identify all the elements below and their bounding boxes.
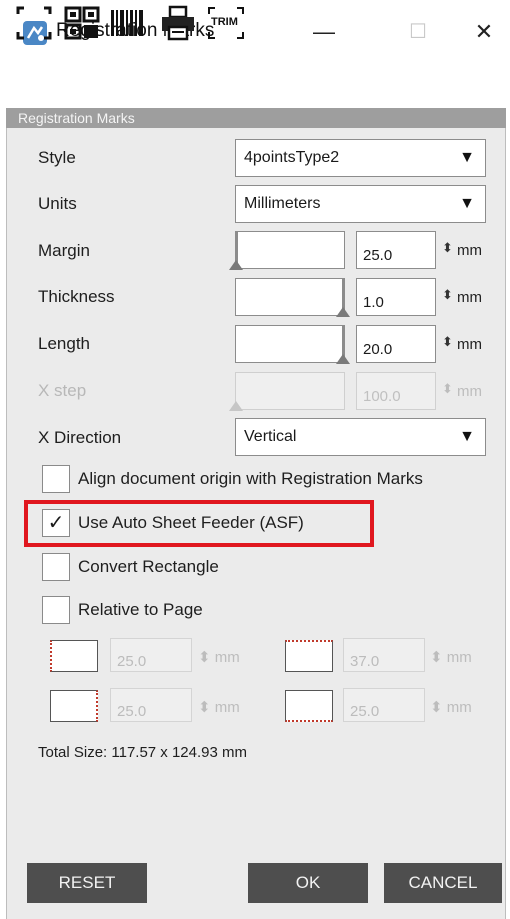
- left-offset-icon: [50, 640, 98, 672]
- asf-label: Use Auto Sheet Feeder (ASF): [78, 513, 304, 532]
- reset-button[interactable]: RESET: [27, 863, 147, 903]
- convert-rectangle-label: Convert Rectangle: [78, 557, 219, 576]
- top-offset-input: 37.0: [343, 638, 425, 672]
- thickness-unit: mm: [457, 289, 482, 306]
- length-unit: mm: [457, 336, 482, 353]
- dropdown-arrow-icon: ▼: [459, 149, 475, 166]
- bottom-offset-unit: ⬍ mm: [430, 699, 472, 716]
- barcode-icon: [111, 10, 143, 36]
- left-offset-input: 25.0: [110, 638, 192, 672]
- units-label: Units: [38, 194, 77, 213]
- dropdown-arrow-icon: ▼: [459, 195, 475, 212]
- length-spin-icon[interactable]: ⬍: [442, 334, 453, 350]
- margin-input[interactable]: 25.0: [356, 231, 436, 269]
- align-origin-checkbox[interactable]: [42, 465, 70, 493]
- length-slider[interactable]: [235, 325, 350, 364]
- units-select[interactable]: Millimeters ▼: [235, 185, 486, 223]
- cancel-button[interactable]: CANCEL: [384, 863, 502, 903]
- trim-tool[interactable]: TRIM: [205, 4, 245, 42]
- margin-unit: mm: [457, 242, 482, 259]
- margin-label: Margin: [38, 241, 90, 260]
- relative-to-page-label: Relative to Page: [78, 600, 203, 619]
- xdirection-value: Vertical: [244, 428, 297, 445]
- margin-spin-icon[interactable]: ⬍: [442, 240, 453, 256]
- right-offset-input: 25.0: [110, 688, 192, 722]
- total-size: Total Size: 117.57 x 124.93 mm: [38, 744, 248, 761]
- asf-checkbox[interactable]: ✓: [42, 509, 70, 537]
- xstep-input: 100.0: [356, 372, 436, 410]
- top-offset-icon: [285, 640, 333, 672]
- dialog-window: [6, 0, 506, 919]
- align-origin-label: Align document origin with Registration …: [78, 469, 423, 488]
- length-input[interactable]: 20.0: [356, 325, 436, 363]
- section-header: Registration Marks: [6, 108, 506, 128]
- left-offset-unit: ⬍ mm: [198, 649, 240, 666]
- barcode-tool[interactable]: [108, 4, 148, 42]
- xstep-label: X step: [38, 381, 87, 400]
- right-offset-unit: ⬍ mm: [198, 699, 240, 716]
- registration-marks-tool[interactable]: [14, 4, 54, 42]
- xstep-unit: mm: [457, 383, 482, 400]
- xstep-slider: [229, 372, 345, 411]
- length-label: Length: [38, 334, 90, 353]
- xdirection-label: X Direction: [38, 428, 122, 447]
- minimize-button[interactable]: —: [304, 14, 344, 50]
- units-value: Millimeters: [244, 195, 321, 212]
- slider-thumb[interactable]: [336, 354, 350, 364]
- toolbar: [6, 62, 506, 108]
- relative-to-page-checkbox[interactable]: [42, 596, 70, 624]
- qr-code-tool[interactable]: [62, 4, 102, 42]
- bottom-offset-input: 25.0: [343, 688, 425, 722]
- top-offset-unit: ⬍ mm: [430, 649, 472, 666]
- xdirection-select[interactable]: Vertical ▼: [235, 418, 486, 456]
- maximize-button[interactable]: ☐: [398, 14, 438, 50]
- printer-tool[interactable]: [158, 4, 198, 42]
- thickness-label: Thickness: [38, 287, 115, 306]
- slider-thumb: [229, 401, 243, 411]
- printer-icon: [162, 5, 194, 41]
- right-offset-icon: [50, 690, 98, 722]
- thickness-input[interactable]: 1.0: [356, 278, 436, 316]
- qr-code-icon: [64, 6, 100, 40]
- style-value: 4pointsType2: [244, 149, 340, 166]
- convert-rectangle-checkbox[interactable]: [42, 553, 70, 581]
- registration-marks-icon: [16, 6, 52, 40]
- close-button[interactable]: ✕: [464, 14, 504, 50]
- ok-button[interactable]: OK: [248, 863, 368, 903]
- style-select[interactable]: 4pointsType2 ▼: [235, 139, 486, 177]
- thickness-spin-icon[interactable]: ⬍: [442, 287, 453, 303]
- slider-thumb[interactable]: [229, 260, 243, 270]
- xstep-spin-icon: ⬍: [442, 381, 453, 396]
- dropdown-arrow-icon: ▼: [459, 428, 475, 445]
- trim-label: TRIM: [211, 16, 238, 28]
- checkmark-icon: ✓: [47, 512, 65, 534]
- style-label: Style: [38, 148, 76, 167]
- bottom-offset-icon: [285, 690, 333, 722]
- margin-slider[interactable]: [229, 231, 345, 270]
- thickness-slider[interactable]: [235, 278, 350, 317]
- slider-thumb[interactable]: [336, 307, 350, 317]
